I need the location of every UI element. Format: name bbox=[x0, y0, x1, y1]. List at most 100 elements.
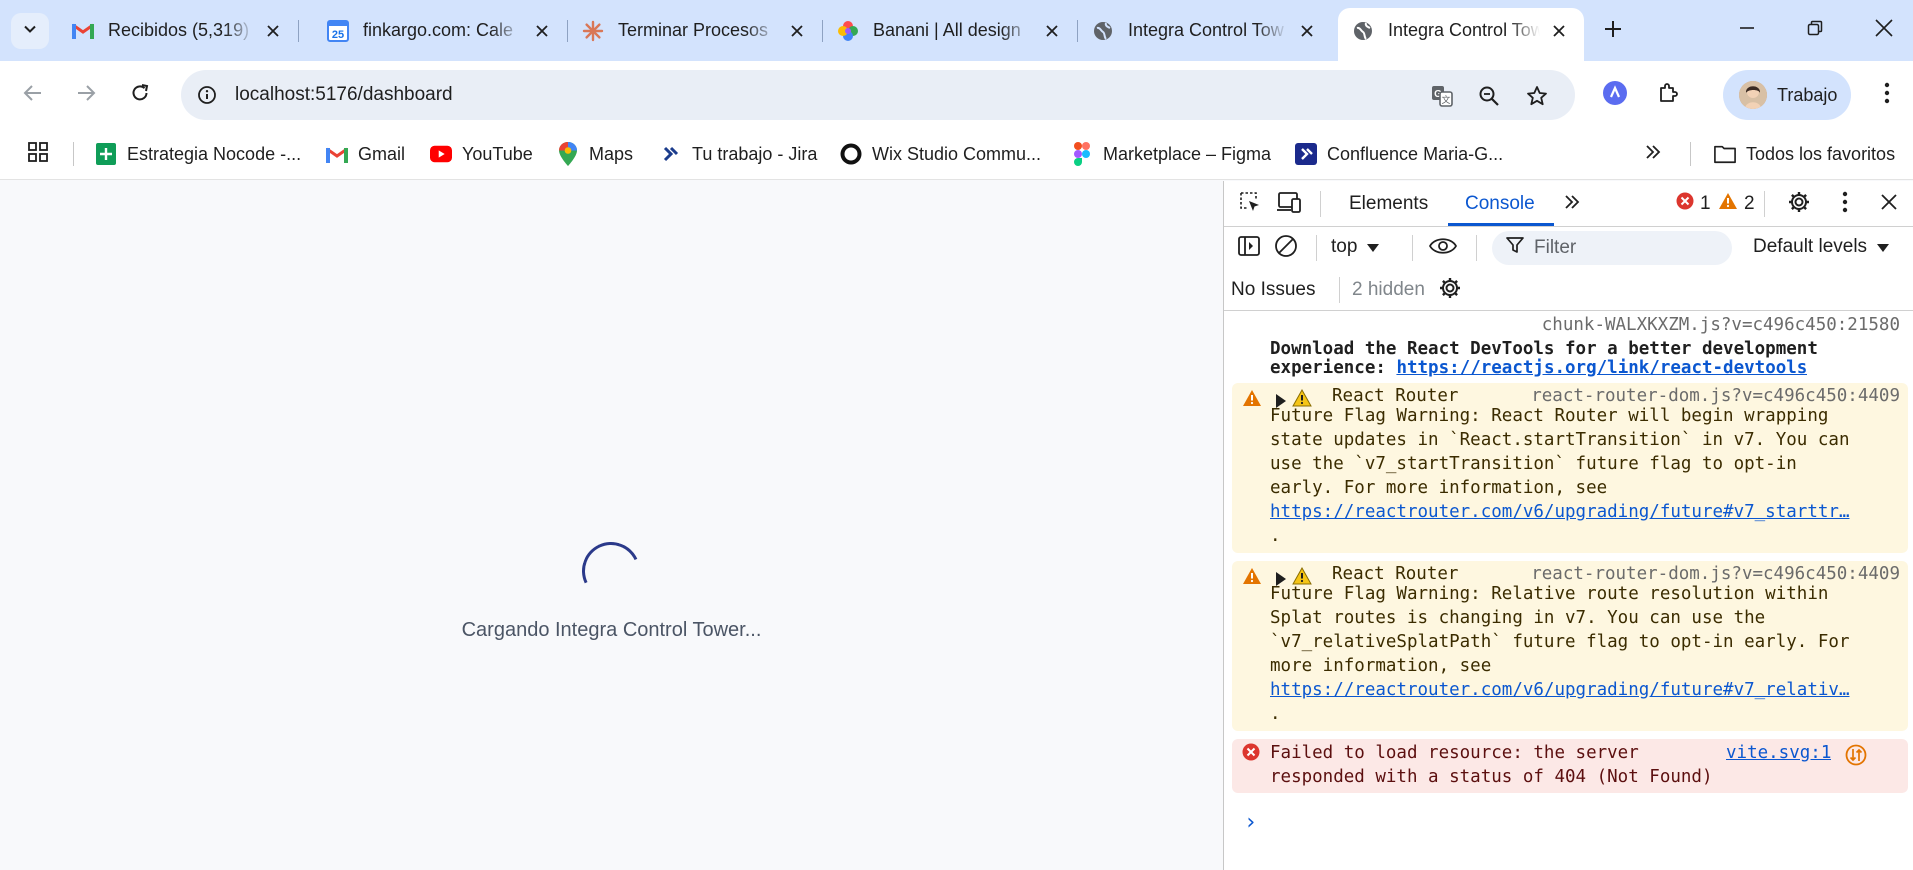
apps-button[interactable] bbox=[27, 140, 49, 168]
show-sidebar-button[interactable] bbox=[1233, 232, 1265, 264]
close-window-button[interactable] bbox=[1861, 10, 1907, 50]
inspect-element-button[interactable] bbox=[1234, 188, 1266, 220]
back-button[interactable] bbox=[15, 77, 51, 113]
tab-integra-active[interactable]: Integra Control Tow bbox=[1338, 8, 1584, 61]
all-bookmarks-button[interactable]: Todos los favoritos bbox=[1714, 140, 1895, 168]
figma-icon bbox=[1071, 142, 1093, 166]
warning-triangle-icon bbox=[1242, 567, 1262, 592]
restore-button[interactable] bbox=[1792, 10, 1838, 50]
close-devtools-button[interactable] bbox=[1873, 188, 1905, 220]
divider bbox=[1339, 277, 1340, 303]
arrow-right-icon bbox=[76, 83, 96, 108]
bookmark-confluence[interactable]: Confluence Maria-G... bbox=[1295, 140, 1503, 168]
warning-count: 2 bbox=[1744, 193, 1755, 214]
confluence-icon bbox=[1295, 143, 1317, 165]
bookmark-wix-studio[interactable]: Wix Studio Commu... bbox=[840, 140, 1041, 168]
device-toolbar-button[interactable] bbox=[1273, 188, 1305, 220]
minimize-button[interactable] bbox=[1724, 10, 1770, 50]
close-icon[interactable] bbox=[786, 20, 808, 42]
bookmark-star-icon[interactable] bbox=[1523, 82, 1551, 110]
tab-title: Integra Control Tow bbox=[1128, 20, 1284, 40]
profile-button[interactable]: Trabajo bbox=[1723, 70, 1851, 120]
hidden-messages-count[interactable]: 2 hidden bbox=[1342, 279, 1425, 301]
warning-count-badge[interactable]: 2 bbox=[1718, 192, 1755, 216]
eye-icon bbox=[1428, 236, 1458, 261]
error-count: 1 bbox=[1700, 193, 1711, 214]
bookmark-gmail[interactable]: Gmail bbox=[326, 140, 405, 168]
address-bar[interactable]: localhost:5176/dashboard G文 bbox=[181, 70, 1575, 120]
bookmark-maps[interactable]: Maps bbox=[557, 140, 633, 168]
extensions-button[interactable] bbox=[1651, 77, 1687, 113]
tab-gmail[interactable]: Recibidos (5,319) - bbox=[58, 8, 299, 53]
message-source[interactable]: vite.svg:1 bbox=[1726, 741, 1831, 765]
console-prompt[interactable]: › bbox=[1244, 811, 1257, 835]
console-settings-button[interactable] bbox=[1434, 274, 1466, 306]
zoom-out-icon[interactable] bbox=[1475, 82, 1503, 110]
message-text: experience: bbox=[1270, 358, 1397, 378]
close-icon[interactable] bbox=[531, 20, 553, 42]
tab-title: Recibidos (5,319) - bbox=[108, 20, 254, 40]
reload-button[interactable] bbox=[122, 77, 158, 113]
close-icon[interactable] bbox=[262, 20, 284, 42]
issues-status[interactable]: No Issues bbox=[1231, 279, 1315, 301]
message-link[interactable]: https://reactjs.org/link/react-devtools bbox=[1396, 358, 1807, 378]
tab-banani[interactable]: Banani | All design bbox=[823, 8, 1078, 53]
folder-icon bbox=[1714, 143, 1736, 165]
extension-button[interactable] bbox=[1597, 77, 1633, 113]
loading-spinner bbox=[573, 533, 649, 609]
bookmark-label: Estrategia Nocode -... bbox=[127, 143, 302, 164]
message-text: responded with a status of 404 (Not Foun… bbox=[1270, 767, 1713, 787]
devtools-settings-button[interactable] bbox=[1783, 188, 1815, 220]
bookmark-estrategia-nocode[interactable]: Estrategia Nocode -... bbox=[95, 140, 301, 168]
translate-icon[interactable]: G文 bbox=[1428, 82, 1456, 110]
clear-console-button[interactable] bbox=[1270, 232, 1302, 264]
page-viewport: Cargando Integra Control Tower... bbox=[0, 181, 1223, 870]
gear-icon bbox=[1787, 190, 1811, 219]
close-icon[interactable] bbox=[1296, 20, 1318, 42]
url-text[interactable]: localhost:5176/dashboard bbox=[235, 84, 453, 106]
bookmark-youtube[interactable]: YouTube bbox=[430, 140, 533, 168]
browser-menu-button[interactable] bbox=[1869, 77, 1905, 113]
more-tabs-button[interactable] bbox=[1556, 188, 1588, 220]
message-text: more information, see bbox=[1270, 656, 1492, 676]
bookmark-figma[interactable]: Marketplace – Figma bbox=[1071, 140, 1271, 168]
network-request-icon[interactable] bbox=[1845, 744, 1867, 773]
tab-search-button[interactable] bbox=[11, 13, 49, 49]
close-icon[interactable] bbox=[1041, 20, 1063, 42]
error-count-badge[interactable]: 1 bbox=[1676, 192, 1711, 216]
tab-console[interactable]: Console bbox=[1465, 193, 1535, 215]
more-bookmarks-button[interactable] bbox=[1644, 140, 1662, 168]
bookmark-label: Confluence Maria-G... bbox=[1327, 143, 1504, 164]
log-levels-dropdown[interactable]: Default levels bbox=[1753, 236, 1890, 258]
new-tab-button[interactable] bbox=[1595, 13, 1631, 49]
tab-elements[interactable]: Elements bbox=[1349, 193, 1428, 215]
console-message-warning: React Router react-router-dom.js?v=c496c… bbox=[1232, 561, 1908, 731]
tab-calendar[interactable]: 25 finkargo.com: Cale bbox=[313, 8, 568, 53]
console-filter-input[interactable]: Filter bbox=[1492, 231, 1732, 265]
arrow-left-icon bbox=[23, 83, 43, 108]
close-icon[interactable] bbox=[1548, 20, 1570, 42]
live-expression-button[interactable] bbox=[1427, 232, 1459, 264]
tab-integra-1[interactable]: Integra Control Tow bbox=[1078, 8, 1332, 53]
wix-icon bbox=[840, 143, 862, 165]
message-text: Splat routes is changing in v7. You can … bbox=[1270, 608, 1766, 628]
forward-button[interactable] bbox=[68, 77, 104, 113]
tab-terminar-procesos[interactable]: Terminar Procesos bbox=[568, 8, 823, 53]
bookmark-label: Wix Studio Commu... bbox=[872, 143, 1042, 164]
message-link[interactable]: https://reactrouter.com/v6/upgrading/fut… bbox=[1270, 500, 1870, 524]
message-text: Failed to load resource: the server bbox=[1270, 743, 1639, 763]
chevron-down-icon bbox=[22, 21, 38, 42]
site-info-icon[interactable] bbox=[195, 83, 219, 107]
banani-icon bbox=[837, 20, 859, 42]
message-text: early. For more information, see bbox=[1270, 478, 1608, 498]
message-tail: . bbox=[1270, 704, 1281, 724]
divider bbox=[1320, 191, 1321, 217]
caret-down-icon bbox=[1367, 236, 1380, 258]
context-selector[interactable]: top bbox=[1331, 236, 1380, 258]
devtools-menu-button[interactable] bbox=[1829, 188, 1861, 220]
maps-pin-icon bbox=[557, 142, 579, 166]
message-source[interactable]: chunk-WALXKXZM.js?v=c496c450:21580 bbox=[1542, 313, 1900, 337]
message-link[interactable]: https://reactrouter.com/v6/upgrading/fut… bbox=[1270, 678, 1870, 702]
active-tab-indicator bbox=[1448, 223, 1554, 226]
bookmark-jira[interactable]: Tu trabajo - Jira bbox=[660, 140, 817, 168]
